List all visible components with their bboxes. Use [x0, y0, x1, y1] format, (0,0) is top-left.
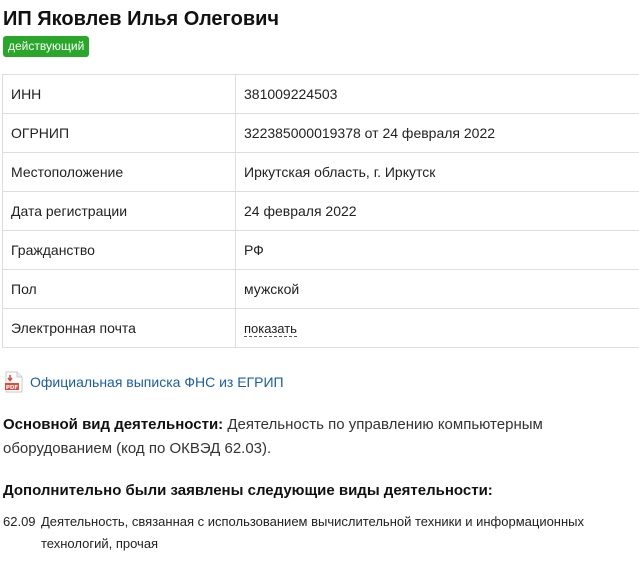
ogrnip-label: ОГРНИП	[2, 113, 236, 153]
main-activity: Основной вид деятельности: Деятельность …	[3, 413, 613, 461]
status-badge: действующий	[3, 36, 90, 57]
gender-label: Пол	[2, 269, 236, 309]
ogrnip-value: 322385000019378 от 24 февраля 2022	[235, 113, 639, 153]
table-row: Местоположение Иркутская область, г. Ирк…	[2, 152, 639, 192]
citizenship-value: РФ	[235, 230, 639, 270]
company-card: ИП Яковлев Илья Олегович действующий ИНН…	[0, 0, 639, 563]
table-row: ИНН 381009224503	[2, 74, 639, 114]
egrip-extract-link[interactable]: Официальная выписка ФНС из ЕГРИП	[30, 374, 284, 390]
citizenship-label: Гражданство	[2, 230, 236, 270]
email-label: Электронная почта	[2, 308, 236, 348]
gender-value: мужской	[235, 269, 639, 309]
pdf-file-icon[interactable]: PDF	[5, 371, 23, 393]
activity-text: Деятельность, связанная с использованием…	[41, 514, 585, 551]
additional-activities-heading: Дополнительно были заявлены следующие ви…	[3, 482, 493, 499]
registration-date-value: 24 февраля 2022	[235, 191, 639, 231]
table-row: ОГРНИП 322385000019378 от 24 февраля 202…	[2, 113, 639, 153]
location-value: Иркутская область, г. Иркутск	[235, 152, 639, 192]
table-row: Гражданство РФ	[2, 230, 639, 270]
list-item: 62.09 Деятельность, связанная с использо…	[3, 511, 639, 555]
show-email-link[interactable]: показать	[244, 321, 297, 337]
registration-date-label: Дата регистрации	[2, 191, 236, 231]
location-label: Местоположение	[2, 152, 236, 192]
table-row: Дата регистрации 24 февраля 2022	[2, 191, 639, 231]
extract-row: PDF Официальная выписка ФНС из ЕГРИП	[5, 370, 284, 394]
main-activity-label: Основной вид деятельности:	[3, 416, 224, 433]
email-value-cell: показать	[235, 308, 639, 348]
table-row: Электронная почта показать	[2, 308, 639, 348]
svg-text:PDF: PDF	[6, 385, 19, 391]
inn-label: ИНН	[2, 74, 236, 114]
table-row: Пол мужской	[2, 269, 639, 309]
inn-value: 381009224503	[235, 74, 639, 114]
details-table: ИНН 381009224503 ОГРНИП 322385000019378 …	[2, 74, 639, 348]
activity-code: 62.09	[3, 514, 36, 529]
page-title: ИП Яковлев Илья Олегович	[3, 8, 280, 30]
